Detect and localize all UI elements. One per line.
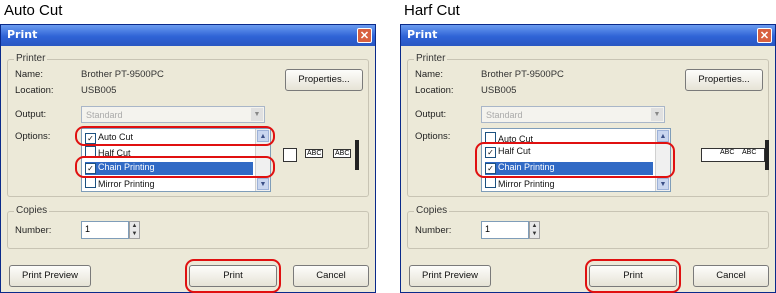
output-label: Output: — [15, 109, 47, 120]
options-label: Options: — [15, 131, 51, 142]
properties-button[interactable]: Properties... — [285, 69, 363, 91]
properties-button[interactable]: Properties... — [685, 69, 763, 91]
cut-preview: ABC ABC — [701, 138, 771, 174]
scroll-up-icon[interactable]: ▲ — [657, 130, 669, 142]
tape-label-a: ABC — [305, 149, 324, 158]
output-select[interactable]: Standard ▼ — [481, 106, 665, 123]
close-icon[interactable]: ✕ — [357, 28, 372, 43]
name-value: Brother PT-9500PC — [481, 69, 564, 80]
cut-preview: ABC ABC — [283, 138, 365, 174]
checkbox-icon[interactable] — [85, 177, 96, 188]
option-label: Mirror Printing — [98, 179, 155, 189]
cancel-button[interactable]: Cancel — [293, 265, 369, 287]
number-label: Number: — [415, 225, 452, 236]
copies-group-label: Copies — [14, 205, 50, 216]
tape-label-b: ABC — [333, 149, 352, 158]
print-dialog: Print ✕ Printer Name: Brother PT-9500PC … — [0, 24, 376, 293]
options-label: Options: — [415, 131, 451, 142]
option-mirror-printing[interactable]: Mirror Printing — [85, 177, 253, 190]
option-mirror-printing[interactable]: Mirror Printing — [485, 177, 653, 190]
print-preview-button[interactable]: Print Preview — [409, 265, 491, 287]
location-label: Location: — [415, 85, 454, 96]
name-label: Name: — [15, 69, 43, 80]
chevron-down-icon[interactable]: ▼ — [251, 108, 263, 121]
chevron-down-icon[interactable]: ▼ — [651, 108, 663, 121]
name-label: Name: — [415, 69, 443, 80]
copies-stepper[interactable]: ▲ ▼ — [129, 221, 140, 239]
tape-label-b: ABC — [741, 149, 758, 156]
panel-heading: Harf Cut — [404, 2, 460, 19]
panel-half-cut: Harf Cut Print ✕ Printer Name: Brother P… — [400, 0, 776, 293]
copies-group: Copies — [7, 205, 369, 249]
copies-group: Copies — [407, 205, 769, 249]
printer-group-label: Printer — [414, 53, 448, 64]
dialog-title: Print — [7, 28, 38, 41]
location-value: USB005 — [481, 85, 517, 96]
output-label: Output: — [415, 109, 447, 120]
cancel-button[interactable]: Cancel — [693, 265, 769, 287]
output-select[interactable]: Standard ▼ — [81, 106, 265, 123]
highlight-auto-cut — [75, 126, 275, 146]
tape-end-marker — [765, 140, 769, 170]
location-value: USB005 — [81, 85, 117, 96]
highlight-print-button — [585, 259, 681, 293]
number-label: Number: — [15, 225, 52, 236]
dialog-titlebar[interactable]: Print ✕ — [1, 25, 375, 46]
output-select-value: Standard — [486, 110, 523, 120]
scroll-down-icon[interactable]: ▼ — [657, 178, 669, 190]
copies-number-input[interactable]: 1 — [81, 221, 129, 239]
print-preview-button[interactable]: Print Preview — [9, 265, 91, 287]
name-value: Brother PT-9500PC — [81, 69, 164, 80]
option-label: Mirror Printing — [498, 179, 555, 189]
copies-stepper[interactable]: ▲ ▼ — [529, 221, 540, 239]
close-icon[interactable]: ✕ — [757, 28, 772, 43]
copies-group-label: Copies — [414, 205, 450, 216]
highlight-half-and-chain — [475, 142, 675, 178]
tape-label-a: ABC — [719, 149, 736, 156]
printer-group-label: Printer — [14, 53, 48, 64]
highlight-print-button — [185, 259, 281, 293]
dialog-title: Print — [407, 28, 438, 41]
panel-auto-cut: Auto Cut Print ✕ Printer Name: Brother P… — [0, 0, 376, 293]
panel-heading: Auto Cut — [4, 2, 63, 19]
highlight-chain-printing — [75, 156, 275, 178]
copies-number-input[interactable]: 1 — [481, 221, 529, 239]
print-dialog: Print ✕ Printer Name: Brother PT-9500PC … — [400, 24, 776, 293]
scroll-down-icon[interactable]: ▼ — [257, 178, 269, 190]
tape-strip — [283, 148, 297, 162]
tape-end-marker — [355, 140, 359, 170]
output-select-value: Standard — [86, 110, 123, 120]
location-label: Location: — [15, 85, 54, 96]
checkbox-icon[interactable] — [485, 177, 496, 188]
dialog-titlebar[interactable]: Print ✕ — [401, 25, 775, 46]
